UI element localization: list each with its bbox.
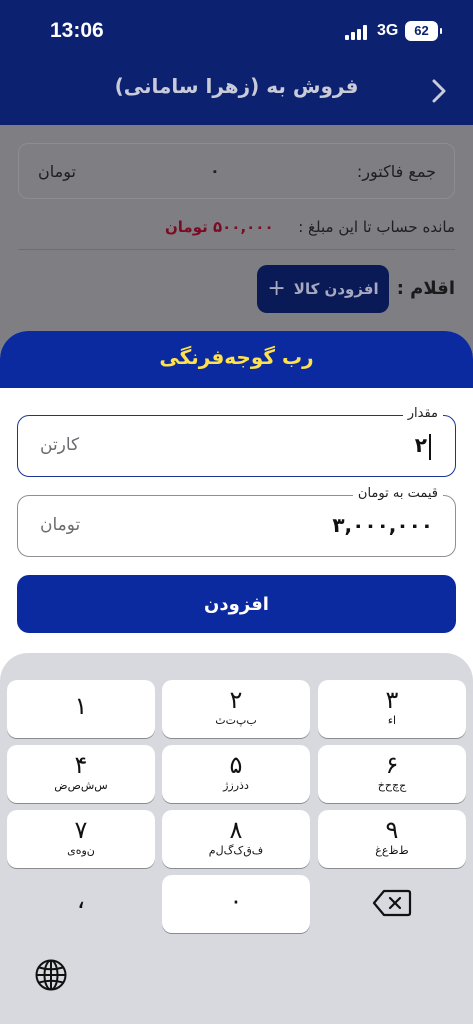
battery-level: 62 xyxy=(414,23,429,38)
key-3[interactable]: ۳ ا‌ء xyxy=(318,680,466,738)
quantity-label: مقدار xyxy=(402,406,443,421)
chevron-right-icon[interactable] xyxy=(428,76,450,106)
globe-icon[interactable] xyxy=(34,958,68,992)
text-caret xyxy=(429,434,431,460)
key-letters: ج‌چ‌ح‌خ xyxy=(377,779,407,792)
quantity-value: ۲ xyxy=(414,433,427,457)
key-9[interactable]: ۹ ط‌ظ‌ع‌غ xyxy=(318,810,466,868)
sheet-title: رب گوجه‌فرنگی xyxy=(159,345,314,369)
key-digit: ۷ xyxy=(74,816,88,844)
key-1[interactable]: ۱ xyxy=(7,680,155,738)
key-letters: ط‌ظ‌ع‌غ xyxy=(375,844,409,857)
price-label: قیمت به تومان xyxy=(352,486,443,501)
key-letters: ب‌پ‌ت‌ث xyxy=(215,714,257,727)
key-4[interactable]: ۴ س‌ش‌ص‌ض xyxy=(7,745,155,803)
quantity-field[interactable]: مقدار ۲ کارتن xyxy=(17,406,456,477)
key-digit: ۴ xyxy=(74,751,88,779)
numeric-keyboard: ۱ ۲ ب‌پ‌ت‌ث ۳ ا‌ء ۴ س‌ش‌ص‌ض ۵ د‌ذ‌ر‌ز‌ژ … xyxy=(0,653,473,1024)
add-button[interactable]: افزودن xyxy=(17,575,456,633)
price-field[interactable]: قیمت به تومان ۳,۰۰۰,۰۰۰ تومان xyxy=(17,486,456,557)
invoice-total-unit: تومان xyxy=(38,162,76,181)
top-bar: 13:06 3G 62 فروش به (زهرا سامانی) xyxy=(0,0,473,125)
key-digit: ۶ xyxy=(385,751,399,779)
key-letters: د‌ذ‌ر‌ز‌ژ xyxy=(223,779,249,792)
key-digit: ۸ xyxy=(229,816,243,844)
battery-icon: 62 xyxy=(405,21,442,41)
add-goods-button[interactable]: افزودن کالا + xyxy=(257,265,389,313)
key-digit: ۱ xyxy=(74,692,88,720)
key-digit: ۹ xyxy=(385,816,399,844)
key-5[interactable]: ۵ د‌ذ‌ر‌ز‌ژ xyxy=(162,745,310,803)
key-7[interactable]: ۷ ن‌و‌ه‌ی xyxy=(7,810,155,868)
invoice-total-label: جمع فاکتور: xyxy=(356,162,436,181)
price-unit: تومان xyxy=(40,515,81,535)
balance-value: ۵۰۰,۰۰۰ تومان xyxy=(165,218,274,236)
quantity-unit: کارتن xyxy=(40,435,80,455)
balance-label: مانده حساب تا این مبلغ : xyxy=(298,218,455,236)
invoice-total-box: جمع فاکتور: ۰ تومان xyxy=(18,143,455,199)
status-bar: 13:06 3G 62 xyxy=(0,0,473,60)
key-letters: ف‌ق‌ک‌گ‌ل‌م xyxy=(208,844,264,857)
key-6[interactable]: ۶ ج‌چ‌ح‌خ xyxy=(318,745,466,803)
status-time: 13:06 xyxy=(50,19,104,42)
key-digit: ۵ xyxy=(229,751,243,779)
add-goods-label: افزودن کالا xyxy=(293,280,379,298)
price-value: ۳,۰۰۰,۰۰۰ xyxy=(332,513,433,537)
page-title: فروش به (زهرا سامانی) xyxy=(114,74,359,98)
key-comma[interactable]: ، xyxy=(7,875,155,933)
key-digit: ۳ xyxy=(385,686,399,714)
plus-icon: + xyxy=(267,276,286,301)
key-digit: ۲ xyxy=(229,686,243,714)
key-letters: ن‌و‌ه‌ی xyxy=(67,844,95,857)
key-0[interactable]: ۰ xyxy=(162,875,310,933)
add-button-label: افزودن xyxy=(204,593,269,615)
divider xyxy=(18,249,455,250)
backspace-icon[interactable] xyxy=(372,889,412,917)
network-type: 3G xyxy=(377,22,399,39)
key-digit: ۰ xyxy=(229,887,243,915)
key-letters: ا‌ء xyxy=(387,714,397,727)
key-8[interactable]: ۸ ف‌ق‌ک‌گ‌ل‌م xyxy=(162,810,310,868)
key-digit: ، xyxy=(76,885,86,915)
key-2[interactable]: ۲ ب‌پ‌ت‌ث xyxy=(162,680,310,738)
key-letters: س‌ش‌ص‌ض xyxy=(54,779,108,792)
signal-icon xyxy=(345,24,371,40)
items-label: اقلام : xyxy=(396,278,455,299)
sheet-header: رب گوجه‌فرنگی xyxy=(0,331,473,388)
invoice-total-value: ۰ xyxy=(210,161,220,180)
